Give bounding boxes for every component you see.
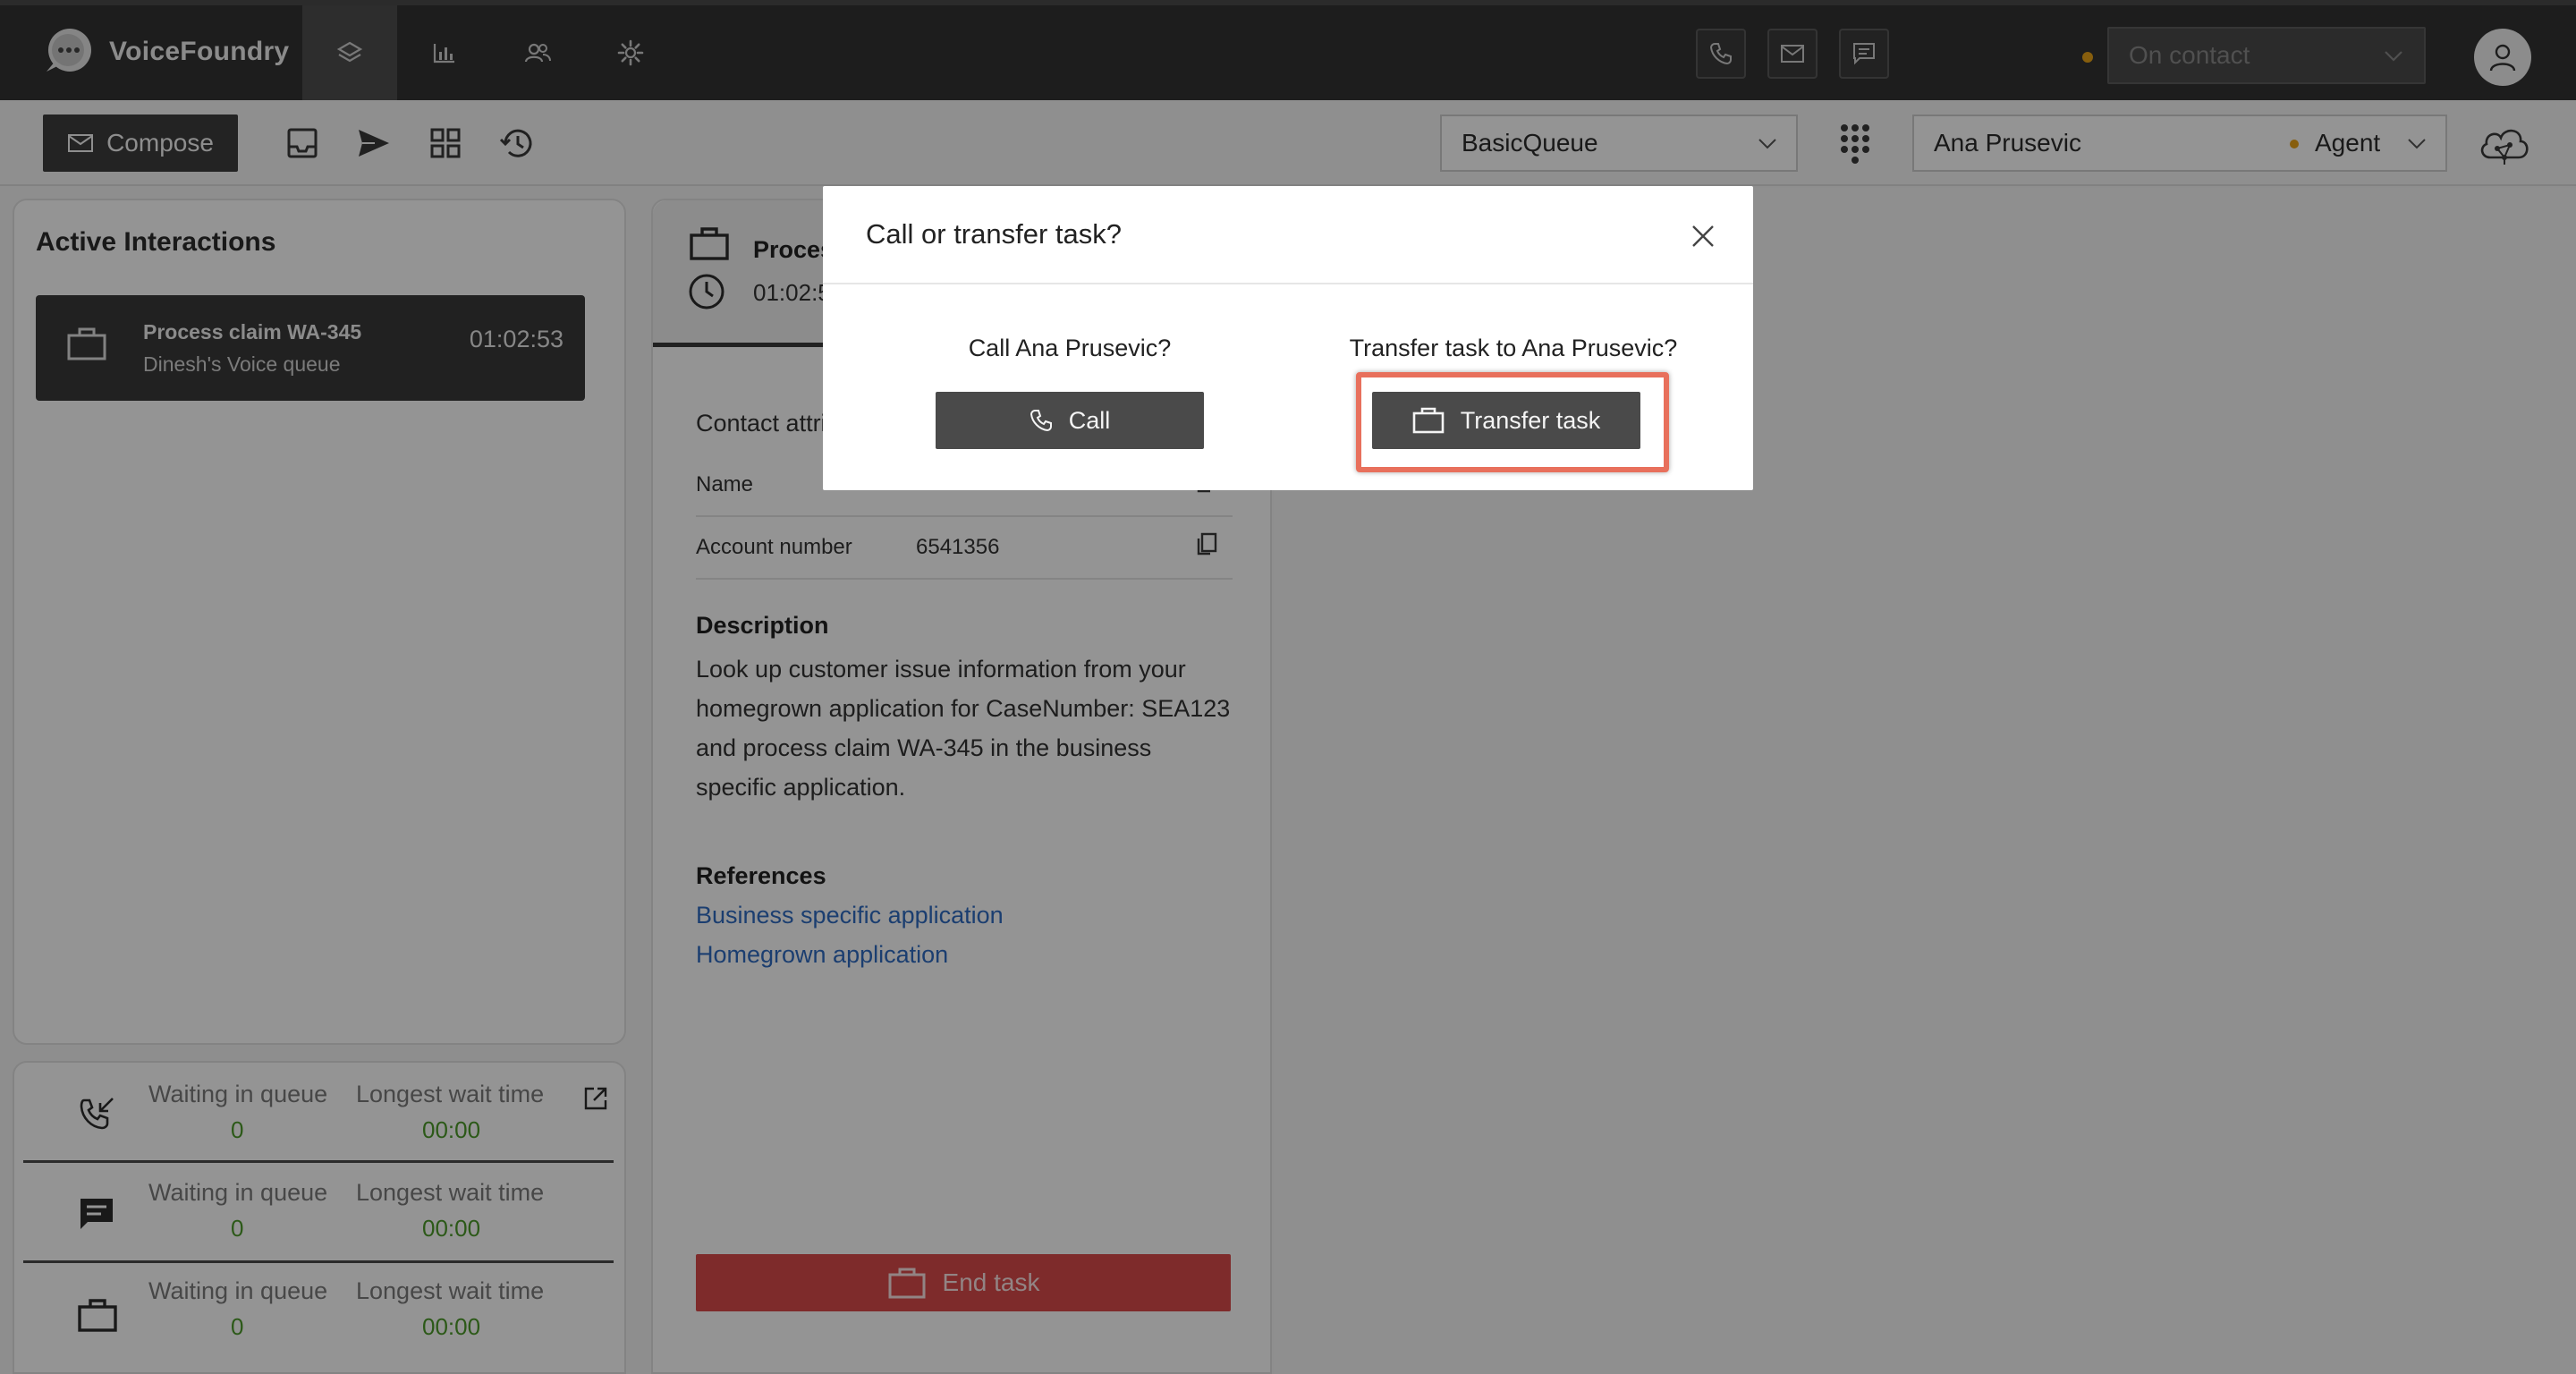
call-button-label: Call — [1068, 406, 1111, 434]
close-icon — [1690, 223, 1716, 250]
call-transfer-dialog: Call or transfer task? Call Ana Prusevic… — [823, 186, 1753, 490]
call-question: Call Ana Prusevic? — [968, 335, 1172, 361]
close-button[interactable] — [1685, 218, 1721, 254]
phone-icon — [1030, 409, 1053, 432]
call-button[interactable]: Call — [936, 392, 1204, 449]
dialog-divider — [823, 283, 1753, 284]
transfer-task-button[interactable]: Transfer task — [1372, 392, 1640, 449]
transfer-task-label: Transfer task — [1460, 406, 1601, 434]
transfer-question: Transfer task to Ana Prusevic? — [1349, 335, 1678, 361]
dialog-title: Call or transfer task? — [866, 218, 1122, 250]
briefcase-icon — [1412, 406, 1445, 435]
